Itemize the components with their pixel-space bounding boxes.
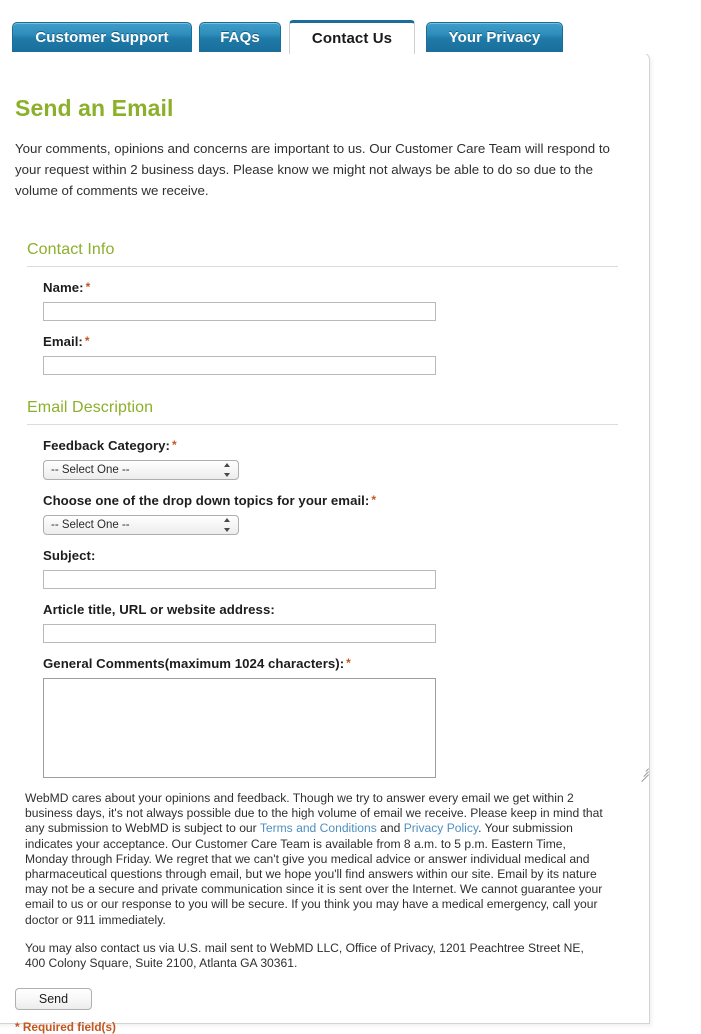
name-field-group: Name: * <box>1 267 651 321</box>
tab-contact-us[interactable]: Contact Us <box>289 20 415 54</box>
tab-faqs[interactable]: FAQs <box>199 22 281 52</box>
legal-text-part-2: and <box>376 821 404 836</box>
article-label: Article title, URL or website address: <box>43 602 275 617</box>
terms-and-conditions-link[interactable]: Terms and Conditions <box>260 821 377 835</box>
email-label-text: Email: <box>43 334 83 349</box>
contact-info-section: Contact Info Name: * Email: * <box>1 201 651 375</box>
comments-textarea-wrap <box>43 678 651 783</box>
article-field-group: Article title, URL or website address: <box>1 589 651 643</box>
comments-label-text: General Comments(maximum 1024 characters… <box>43 656 345 671</box>
legal-text-part-3: . Your submission indicates your accepta… <box>25 821 603 927</box>
email-label: Email: * <box>43 334 651 356</box>
tab-your-privacy[interactable]: Your Privacy <box>426 22 563 52</box>
legal-paragraph-1: WebMD cares about your opinions and feed… <box>1 778 651 928</box>
required-fields-note: * Required field(s) <box>15 1020 116 1034</box>
content-panel: Send an Email Your comments, opinions an… <box>0 52 651 1034</box>
topic-select-wrap: -- Select One -- <box>43 515 239 535</box>
feedback-category-label: Feedback Category: * <box>43 438 651 460</box>
feedback-category-label-text: Feedback Category: <box>43 438 170 453</box>
comments-textarea[interactable] <box>43 678 436 778</box>
email-field-group: Email: * <box>1 321 651 375</box>
topic-field-group: Choose one of the drop down topics for y… <box>1 480 651 535</box>
page-title: Send an Email <box>15 95 174 121</box>
article-input[interactable] <box>43 624 436 643</box>
feedback-category-select-wrap: -- Select One -- <box>43 460 239 480</box>
email-description-heading: Email Description <box>27 399 154 416</box>
comments-required-asterisk: * <box>346 656 351 670</box>
primary-tab-bar: Customer Support FAQs Contact Us Your Pr… <box>0 0 701 54</box>
intro-paragraph: Your comments, opinions and concerns are… <box>15 141 610 198</box>
name-label-text: Name: <box>43 280 84 295</box>
tab-customer-support[interactable]: Customer Support <box>12 22 192 52</box>
subject-field-group: Subject: <box>1 535 651 589</box>
feedback-category-select[interactable]: -- Select One -- <box>43 460 239 480</box>
send-button[interactable]: Send <box>15 988 92 1011</box>
email-input[interactable] <box>43 356 436 375</box>
topic-label: Choose one of the drop down topics for y… <box>43 493 651 515</box>
name-input[interactable] <box>43 302 436 321</box>
subject-input[interactable] <box>43 570 436 589</box>
contact-info-heading: Contact Info <box>27 241 115 258</box>
topic-required-asterisk: * <box>371 493 377 507</box>
name-required-asterisk: * <box>85 280 91 294</box>
email-required-asterisk: * <box>84 334 90 348</box>
name-label: Name: * <box>43 280 651 302</box>
legal-paragraph-2: You may also contact us via U.S. mail se… <box>25 940 584 971</box>
resize-grip-icon[interactable] <box>638 765 649 783</box>
topic-label-text: Choose one of the drop down topics for y… <box>43 493 370 508</box>
content-panel-inner: Send an Email Your comments, opinions an… <box>1 53 651 1034</box>
subject-label: Subject: <box>43 548 96 563</box>
comments-field-group: General Comments(maximum 1024 characters… <box>1 643 651 783</box>
comments-label: General Comments(maximum 1024 characters… <box>43 656 651 678</box>
topic-select[interactable]: -- Select One -- <box>43 515 239 535</box>
privacy-policy-link[interactable]: Privacy Policy <box>404 821 478 835</box>
email-description-section: Email Description Feedback Category: * --… <box>1 375 651 783</box>
send-button-row: Send <box>1 971 651 1011</box>
feedback-category-required-asterisk: * <box>171 438 177 452</box>
feedback-category-field-group: Feedback Category: * -- Select One -- <box>1 425 651 480</box>
